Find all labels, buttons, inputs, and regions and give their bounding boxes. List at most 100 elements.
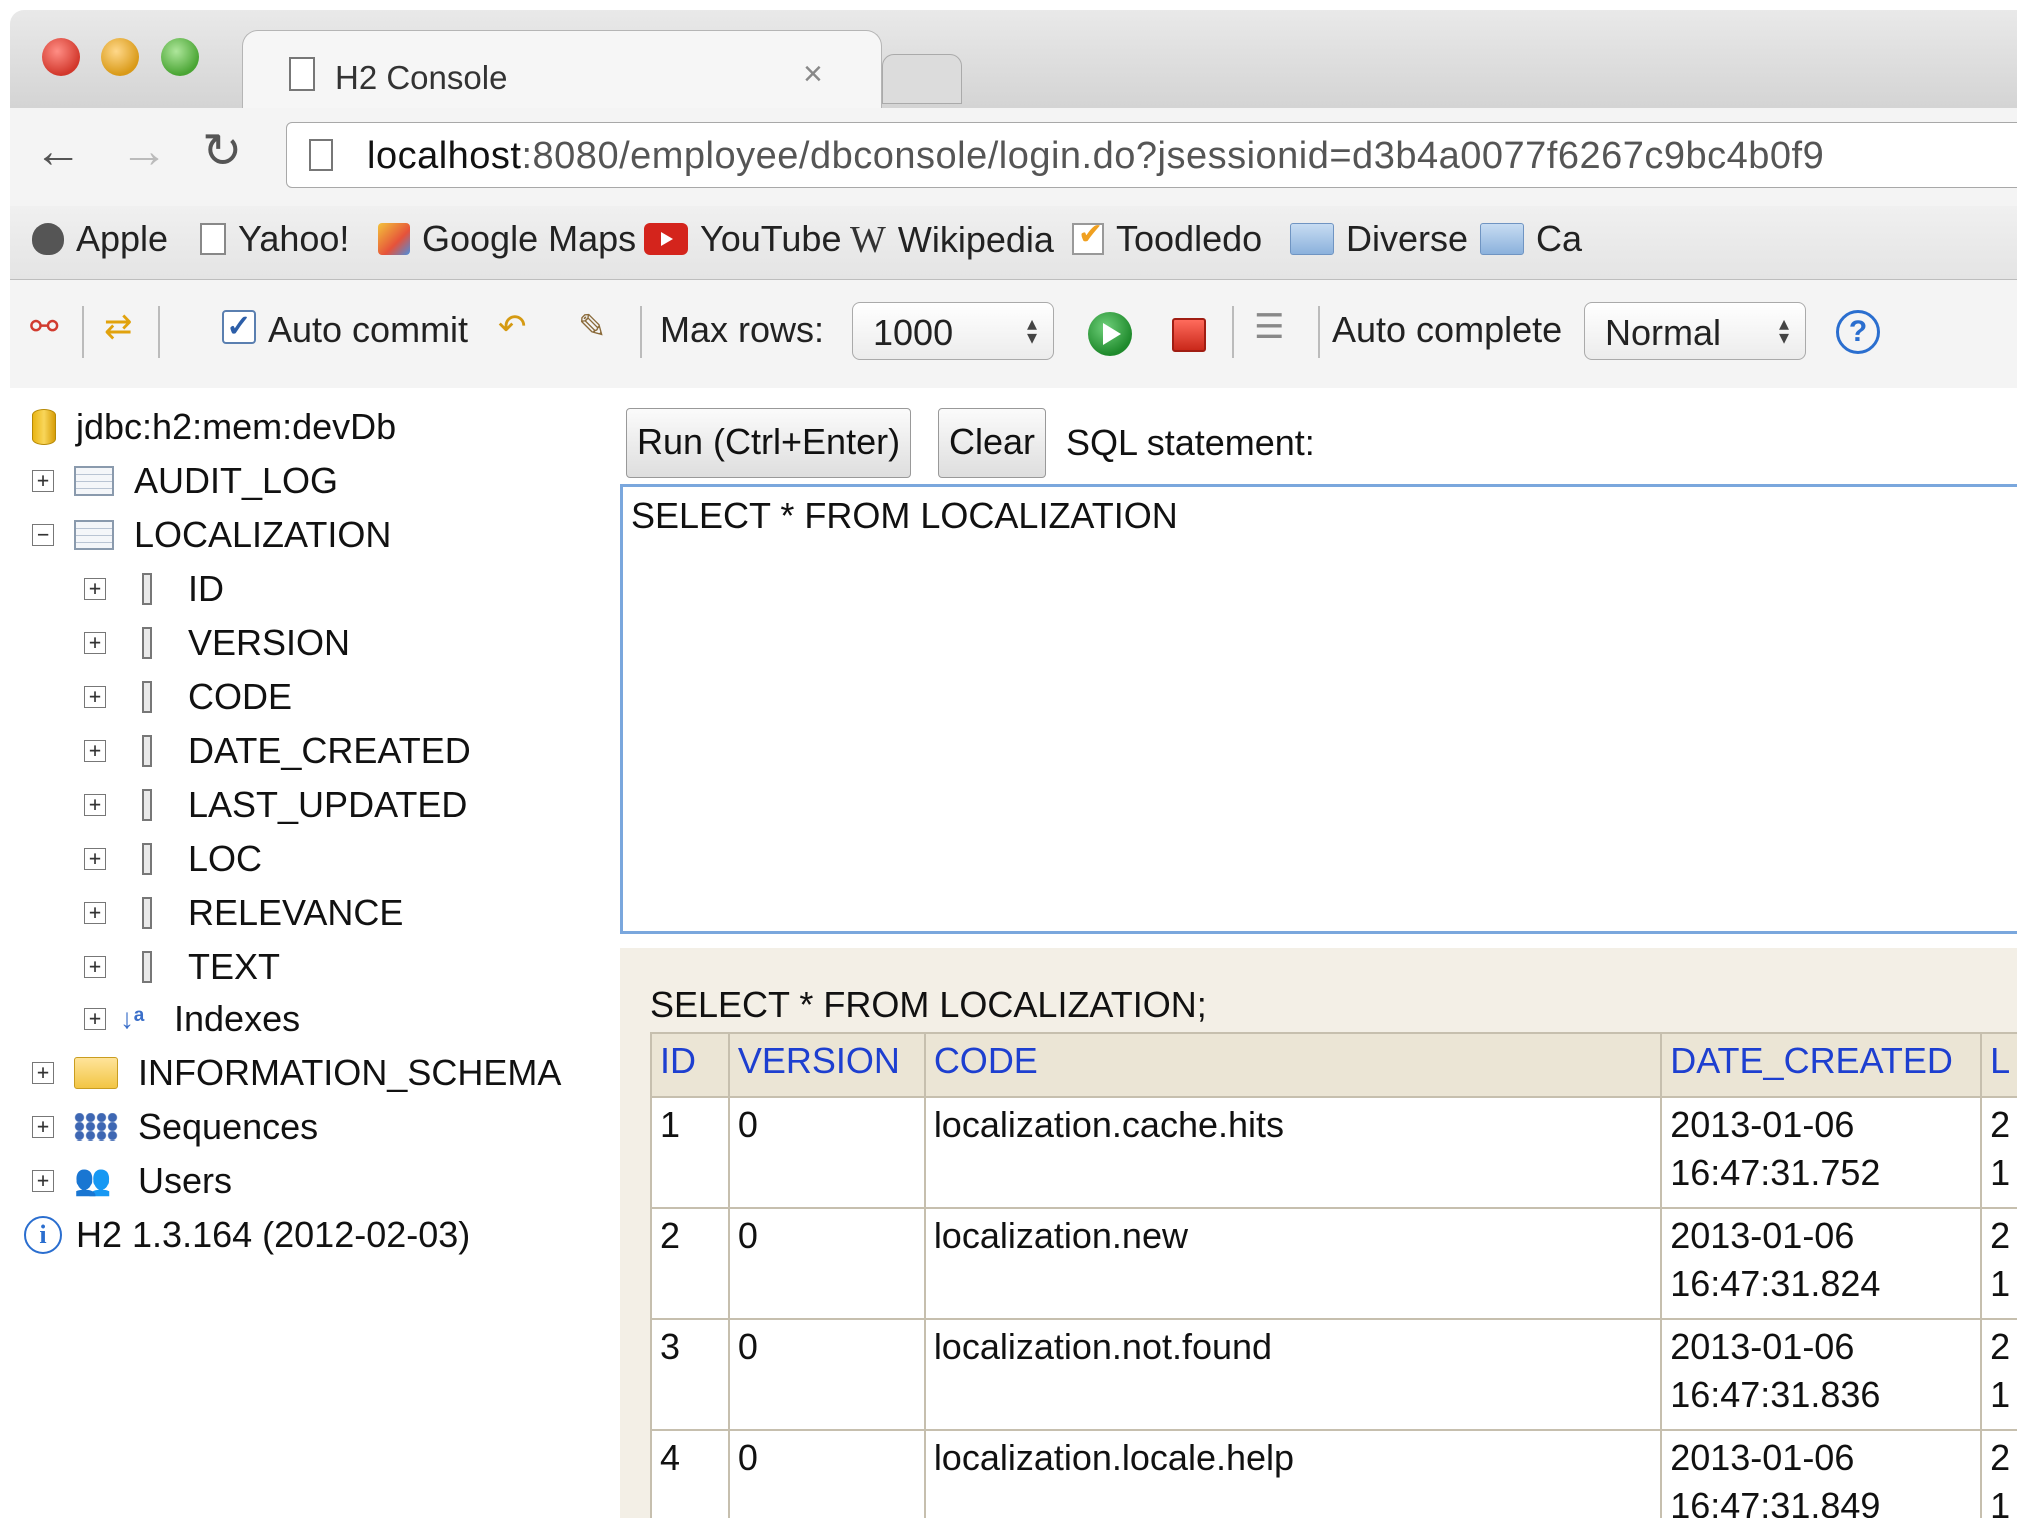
max-rows-label: Max rows: <box>660 309 825 350</box>
auto-commit-label: Auto commit <box>268 309 469 350</box>
tree-column[interactable]: + ID <box>84 564 224 614</box>
table-row: 2 0 localization.new 2013-01-06 16:47:31.… <box>650 1207 2017 1320</box>
expand-icon[interactable]: + <box>84 794 106 816</box>
cell-code: localization.new <box>923 1207 1663 1320</box>
reload-icon[interactable]: ↻ <box>202 128 242 176</box>
cell-id: 3 <box>650 1318 730 1431</box>
run-button[interactable]: Run (Ctrl+Enter) <box>626 408 912 478</box>
table-row: 1 0 localization.cache.hits 2013-01-06 16… <box>650 1096 2017 1209</box>
page-icon <box>289 57 315 91</box>
tree-column[interactable]: + CODE <box>84 672 292 722</box>
cell-time: 16:47:31.836 <box>1670 1374 1881 1415</box>
expand-icon[interactable]: + <box>32 1062 54 1084</box>
column-icon <box>142 681 152 713</box>
bookmark-youtube[interactable]: YouTube <box>644 218 841 260</box>
cell-id: 1 <box>650 1096 730 1209</box>
run-icon[interactable] <box>1088 312 1132 356</box>
column-header-l[interactable]: L <box>1980 1032 2017 1098</box>
expand-icon[interactable]: + <box>84 956 106 978</box>
bookmark-diverse[interactable]: Diverse <box>1290 218 1468 260</box>
tree-column[interactable]: + RELEVANCE <box>84 888 403 938</box>
cell-version: 0 <box>727 1429 926 1518</box>
rollback-icon[interactable]: ↶ <box>498 310 527 344</box>
tree-column[interactable]: + TEXT <box>84 942 280 992</box>
expand-icon[interactable]: + <box>84 902 106 924</box>
expand-icon[interactable]: + <box>32 1116 54 1138</box>
cell-code: localization.locale.help <box>923 1429 1663 1518</box>
users-icon: 👥 <box>74 1164 112 1197</box>
youtube-icon <box>644 223 688 255</box>
close-window-button[interactable] <box>42 38 80 76</box>
select-arrows-icon: ▴ ▾ <box>1778 313 1789 349</box>
help-icon[interactable]: ? <box>1836 310 1880 354</box>
table-row: 4 0 localization.locale.help 2013-01-06 1… <box>650 1429 2017 1518</box>
tree-indexes[interactable]: + ↓ᵃ Indexes <box>84 994 300 1044</box>
back-arrow-icon[interactable]: ← <box>34 128 82 176</box>
result-command: SELECT * FROM LOCALIZATION; <box>650 984 1207 1025</box>
column-header-date-created[interactable]: DATE_CREATED <box>1660 1032 1983 1098</box>
cell-l: 21 <box>1980 1096 2017 1209</box>
column-header-version[interactable]: VERSION <box>727 1032 926 1098</box>
bookmark-wikipedia[interactable]: W Wikipedia <box>850 218 1054 262</box>
disconnect-icon[interactable]: ⚯ <box>30 310 59 344</box>
zoom-window-button[interactable] <box>161 38 199 76</box>
bookmark-google-maps[interactable]: Google Maps <box>378 218 636 260</box>
max-rows-select[interactable]: 1000 ▴ ▾ <box>852 302 1054 360</box>
column-header-code[interactable]: CODE <box>923 1032 1663 1098</box>
cell-l: 21 <box>1980 1429 2017 1518</box>
cell-id: 4 <box>650 1429 730 1518</box>
bookmark-yahoo[interactable]: Yahoo! <box>200 218 349 260</box>
expand-icon[interactable]: + <box>84 1008 106 1030</box>
toolbar-divider <box>1232 306 1234 358</box>
tree-column[interactable]: + LAST_UPDATED <box>84 780 467 830</box>
column-icon <box>142 789 152 821</box>
tree-table-localization[interactable]: − LOCALIZATION <box>32 510 391 560</box>
google-maps-icon <box>378 223 410 255</box>
tree-users[interactable]: + 👥 Users <box>32 1156 232 1206</box>
cell-version: 0 <box>727 1207 926 1320</box>
new-tab-button[interactable] <box>882 54 962 104</box>
tree-column[interactable]: + DATE_CREATED <box>84 726 471 776</box>
expand-icon[interactable]: + <box>84 740 106 762</box>
cell-date: 2013-01-06 <box>1670 1104 1855 1145</box>
bookmark-ca[interactable]: Ca <box>1480 218 1582 260</box>
clear-button[interactable]: Clear <box>938 408 1047 478</box>
minimize-window-button[interactable] <box>101 38 139 76</box>
select-arrows-icon: ▴ ▾ <box>1026 313 1037 349</box>
refresh-icon[interactable]: ⇄ <box>104 310 133 344</box>
tree-sequences[interactable]: + Sequences <box>32 1102 318 1152</box>
tree-connection[interactable]: jdbc:h2:mem:devDb <box>32 402 396 452</box>
stop-icon[interactable] <box>1172 318 1206 352</box>
cell-l: 21 <box>1980 1207 2017 1320</box>
history-icon[interactable]: ☰ <box>1254 310 1284 344</box>
expand-icon[interactable]: + <box>84 578 106 600</box>
cell-date-created: 2013-01-06 16:47:31.752 <box>1660 1096 1983 1209</box>
cell-l: 21 <box>1980 1318 2017 1431</box>
collapse-icon[interactable]: − <box>32 524 54 546</box>
sql-editor-text[interactable]: SELECT * FROM LOCALIZATION <box>631 495 1178 537</box>
cell-time: 16:47:31.824 <box>1670 1263 1881 1304</box>
expand-icon[interactable]: + <box>84 686 106 708</box>
browser-tab[interactable]: H2 Console × <box>242 30 882 110</box>
expand-icon[interactable]: + <box>32 1170 54 1192</box>
bookmark-apple[interactable]: Apple <box>32 218 168 260</box>
expand-icon[interactable]: + <box>84 632 106 654</box>
toolbar-divider <box>640 306 642 358</box>
commit-icon[interactable]: ✎ <box>578 310 607 344</box>
expand-icon[interactable]: + <box>32 470 54 492</box>
tree-column[interactable]: + VERSION <box>84 618 350 668</box>
sql-editor[interactable]: SELECT * FROM LOCALIZATION <box>620 484 2017 934</box>
bookmark-toodledo[interactable]: Toodledo <box>1072 217 1262 260</box>
auto-complete-select[interactable]: Normal ▴ ▾ <box>1584 302 1806 360</box>
tab-close-icon[interactable]: × <box>803 55 823 94</box>
auto-commit-checkbox[interactable]: ✓ <box>222 310 256 344</box>
tree-column[interactable]: + LOC <box>84 834 262 884</box>
column-header-id[interactable]: ID <box>650 1032 730 1098</box>
expand-icon[interactable]: + <box>84 848 106 870</box>
page-icon <box>200 223 226 255</box>
table-row: 3 0 localization.not.found 2013-01-06 16:… <box>650 1318 2017 1431</box>
address-bar[interactable]: localhost:8080/employee/dbconsole/login.… <box>286 122 2017 188</box>
tree-information-schema[interactable]: + INFORMATION_SCHEMA <box>32 1048 561 1098</box>
tree-table-audit-log[interactable]: + AUDIT_LOG <box>32 456 338 506</box>
forward-arrow-icon[interactable]: → <box>120 128 168 176</box>
